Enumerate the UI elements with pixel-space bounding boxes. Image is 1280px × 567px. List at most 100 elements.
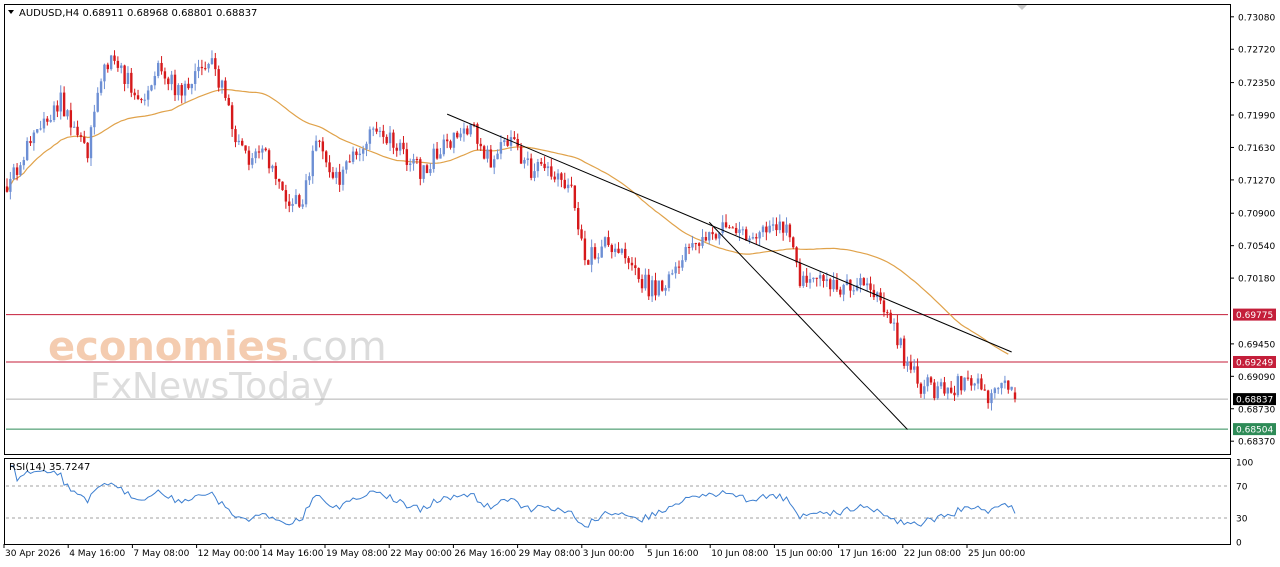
- price-chart[interactable]: economies.com FxNewsToday 0.73080 0.72720…: [0, 0, 1280, 567]
- candle-body: [829, 279, 832, 290]
- candle-body: [422, 165, 425, 179]
- candle-body: [973, 383, 976, 386]
- candle-body: [274, 165, 277, 179]
- candle-body: [496, 153, 499, 160]
- candle-body: [66, 110, 69, 117]
- svg-text:economies.com: economies.com: [48, 324, 387, 370]
- candle-body: [335, 171, 338, 178]
- candle-body: [19, 165, 22, 175]
- candle-body: [200, 66, 204, 69]
- candle-body: [254, 151, 257, 159]
- candle-body: [217, 69, 220, 88]
- candle-body: [318, 140, 321, 142]
- time-tick-label: 10 Jun 08:00: [711, 549, 768, 559]
- candle-body: [953, 392, 956, 396]
- candle-body: [452, 132, 456, 148]
- candle-body: [96, 92, 99, 112]
- candle-body: [432, 148, 435, 170]
- candle: [862, 277, 865, 286]
- candle: [157, 60, 160, 79]
- candle-body: [79, 135, 83, 137]
- candle-body: [46, 118, 49, 122]
- candle-body: [351, 151, 355, 162]
- candle-body: [1000, 382, 1003, 389]
- candle-body: [237, 140, 241, 143]
- candle-body: [405, 149, 409, 165]
- level-tag-resistance: 0.69249: [1233, 355, 1276, 368]
- candle-body: [654, 280, 657, 296]
- level-tag-label: 0.69249: [1236, 358, 1273, 368]
- level-tag-label: 0.69775: [1236, 311, 1273, 321]
- candle-body: [734, 227, 738, 233]
- candle-body: [493, 159, 496, 168]
- candle-body: [963, 377, 966, 391]
- candle-body: [738, 229, 741, 233]
- time-tick-label: 22 May 00:00: [390, 549, 452, 559]
- candle-body: [600, 246, 603, 258]
- candle-body: [1003, 380, 1007, 383]
- candle-body: [345, 161, 348, 170]
- candle-body: [674, 266, 677, 274]
- candle-body: [943, 382, 946, 394]
- symbol-header[interactable]: AUDUSD,H4 0.68911 0.68968 0.68801 0.6883…: [8, 8, 257, 19]
- candle-body: [936, 386, 939, 399]
- candle-body: [573, 185, 577, 209]
- price-tick-label: 0.70540: [1238, 242, 1275, 252]
- candle-body: [294, 195, 298, 204]
- candle-body: [167, 78, 170, 85]
- candle-body: [916, 366, 919, 384]
- candle-body: [536, 161, 540, 172]
- candle-body: [603, 237, 607, 247]
- candle-body: [52, 105, 56, 121]
- candle: [298, 193, 301, 208]
- candle-body: [261, 148, 264, 153]
- candle-body: [687, 247, 691, 249]
- candle-body: [849, 279, 852, 291]
- candle-body: [5, 186, 9, 192]
- candle-body: [479, 143, 482, 147]
- time-tick-label: 17 Jun 16:00: [840, 549, 897, 559]
- candle-body: [120, 65, 123, 68]
- candle-body: [607, 237, 610, 246]
- candle-body: [358, 153, 361, 156]
- candle-body: [83, 136, 86, 143]
- candle-body: [415, 159, 419, 161]
- candle-body: [997, 388, 1000, 390]
- candle-body: [684, 247, 687, 261]
- candle-body: [956, 376, 960, 396]
- candle-body: [909, 361, 913, 370]
- candle-body: [267, 150, 271, 169]
- candle-body: [143, 99, 146, 101]
- candle-body: [681, 260, 684, 268]
- candle-body: [338, 171, 341, 185]
- price-axis: 0.73080 0.72720 0.72350 0.71990 0.71630 0.712…: [1230, 13, 1275, 448]
- candle-body: [986, 390, 990, 404]
- candle-body: [667, 274, 671, 288]
- candle-body: [69, 110, 73, 128]
- candle-body: [812, 277, 815, 280]
- rsi-panel-frame: [4, 458, 1231, 545]
- time-tick-label: 4 May 16:00: [69, 549, 125, 559]
- candle-body: [855, 285, 859, 291]
- candle-body: [825, 279, 829, 282]
- candle-body: [133, 92, 136, 96]
- candle-body: [516, 138, 519, 147]
- candle-body: [869, 283, 872, 290]
- candle-body: [906, 361, 909, 366]
- candle-body: [781, 221, 785, 233]
- candle-body: [150, 85, 153, 91]
- candle-body: [146, 90, 150, 100]
- candle-body: [153, 76, 157, 86]
- symbol-ohlc-text: AUDUSD,H4 0.68911 0.68968 0.68801 0.6883…: [19, 8, 257, 19]
- candle: [150, 84, 153, 92]
- candle-body: [489, 149, 493, 168]
- level-tag-label: 0.68504: [1236, 426, 1273, 436]
- candle-body: [288, 201, 291, 206]
- candle-body: [553, 176, 556, 180]
- candle-body: [234, 129, 237, 143]
- candle-body: [970, 378, 973, 386]
- candle-body: [923, 386, 926, 394]
- candle-body: [839, 289, 842, 295]
- candle-body: [116, 60, 120, 68]
- candle-body: [86, 142, 89, 159]
